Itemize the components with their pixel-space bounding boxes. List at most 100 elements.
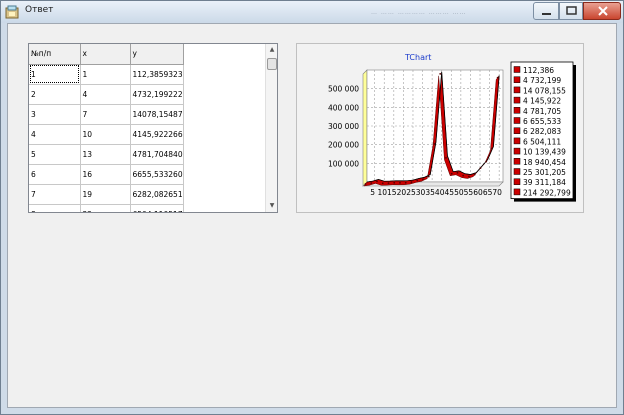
legend-swatch <box>513 66 521 73</box>
table-cell[interactable]: 10 <box>80 124 131 145</box>
scrollbar-thumb[interactable] <box>267 58 277 70</box>
data-point <box>473 173 476 176</box>
tchart-panel: TChart 100 000 200 000 300 000 400 000 500 00… <box>296 43 584 213</box>
table-row[interactable]: 7 19 6282,082651 <box>29 184 184 205</box>
data-point <box>364 183 367 185</box>
table-row[interactable]: 2 4 4732,199222 <box>29 84 184 105</box>
data-point <box>399 181 401 184</box>
data-point <box>439 72 442 75</box>
x-tick-label: 60 <box>473 188 483 197</box>
table-cell[interactable]: 22 <box>80 204 131 212</box>
data-point <box>427 175 430 178</box>
column-header[interactable]: №п/п <box>29 44 81 65</box>
legend-item: 6 655,533 <box>523 117 561 126</box>
data-point <box>491 147 493 150</box>
table-cell[interactable]: 6504,110517 <box>130 204 184 212</box>
data-point <box>456 171 459 174</box>
data-point <box>462 174 465 177</box>
table-cell[interactable]: 5 <box>29 144 81 165</box>
legend-item: 6 282,083 <box>523 127 561 136</box>
legend-swatch <box>513 168 521 175</box>
table-cell[interactable]: 6282,082651 <box>130 184 184 205</box>
table-row[interactable]: 5 13 4781,704840 <box>29 144 184 165</box>
table-cell[interactable]: 4 <box>29 124 81 145</box>
legend-swatch <box>513 127 521 134</box>
x-tick-label: 40 <box>435 188 445 197</box>
table-row[interactable]: 6 16 6655,533260 <box>29 164 184 185</box>
table-cell[interactable]: 13 <box>80 144 131 165</box>
x-tick-label: 65 <box>483 188 493 197</box>
y-tick-label: 400 000 <box>328 103 359 112</box>
legend-item: 39 311,184 <box>523 178 566 187</box>
table-cell[interactable]: 4781,704840 <box>130 144 184 165</box>
data-point <box>433 143 436 145</box>
legend-swatch <box>513 147 521 155</box>
table-cell[interactable]: 1 <box>80 64 131 85</box>
table-cell[interactable]: 6655,533260 <box>130 164 184 185</box>
legend-item: 214 292,799 <box>523 188 571 197</box>
table-row[interactable]: 1 1 112,3859323 <box>29 64 184 85</box>
chart-left-wall <box>362 69 368 187</box>
legend-swatch <box>513 107 521 114</box>
data-point <box>496 76 499 79</box>
window-title: Ответ <box>25 5 54 15</box>
table-cell[interactable]: 7 <box>29 184 81 205</box>
legend-item: 14 078,155 <box>523 86 566 95</box>
legend-swatch <box>513 137 521 145</box>
x-tick-label: 15 <box>387 188 397 197</box>
table-row[interactable]: 3 7 14078,15487 <box>29 104 184 125</box>
data-point <box>404 181 407 184</box>
table-cell[interactable]: 7 <box>80 104 131 125</box>
legend-item: 4 145,922 <box>523 97 561 106</box>
x-tick-label: 45 <box>445 188 455 197</box>
table-row[interactable]: 4 10 4145,922266 <box>29 124 184 145</box>
x-tick-label: 25 <box>406 188 416 197</box>
table-cell[interactable]: 2 <box>29 84 81 105</box>
table-cell[interactable]: 3 <box>29 104 81 125</box>
table-cell[interactable]: 8 <box>29 204 81 212</box>
table-cell[interactable]: 19 <box>80 184 131 205</box>
window-client-area: №п/п x y 1 1 112,3859323 2 4 4732,199222 3 7 14078,… <box>7 23 617 408</box>
table-row[interactable]: 8226504,110517 <box>29 204 184 212</box>
x-tick-label: 30 <box>416 188 426 197</box>
table-cell[interactable]: 6 <box>29 164 81 185</box>
table-cell[interactable]: 1 <box>29 64 81 85</box>
legend-item: 4 781,705 <box>523 107 561 116</box>
grid-vertical-scrollbar[interactable]: ▲ ▼ <box>265 44 277 212</box>
results-grid[interactable]: №п/п x y 1 1 112,3859323 2 4 4732,199222 3 7 14078,… <box>28 43 278 213</box>
data-point <box>393 181 396 184</box>
legend-item: 10 139,439 <box>523 148 566 157</box>
legend-swatch <box>513 158 521 165</box>
data-point <box>370 182 373 185</box>
data-point <box>479 167 482 170</box>
title-bar[interactable]: Ответ … …… ………… ……… …… <box>1 1 623 23</box>
maximize-button[interactable] <box>559 2 583 20</box>
y-tick-label: 200 000 <box>328 141 359 150</box>
legend-swatch <box>513 188 521 196</box>
table-cell[interactable]: 4732,199222 <box>130 84 184 105</box>
minimize-button[interactable] <box>533 2 559 20</box>
legend-item: 25 301,205 <box>523 168 566 177</box>
data-point <box>445 156 447 159</box>
table-cell[interactable]: 14078,15487 <box>130 104 184 125</box>
app-icon <box>5 5 19 19</box>
x-tick-label: 35 <box>425 188 435 197</box>
table-cell[interactable]: 16 <box>80 164 131 185</box>
data-point <box>381 182 384 185</box>
data-point <box>410 181 413 184</box>
legend-item: 112,386 <box>523 66 554 75</box>
legend-swatch <box>513 178 521 185</box>
column-header[interactable]: y <box>130 44 184 65</box>
scroll-up-icon[interactable]: ▲ <box>266 44 277 56</box>
x-tick-label: 55 <box>464 188 474 197</box>
x-tick-label: 50 <box>454 188 464 197</box>
table-cell[interactable]: 4 <box>80 84 131 105</box>
table-cell[interactable]: 4145,922266 <box>130 124 184 145</box>
close-button[interactable] <box>583 2 621 20</box>
table-cell[interactable]: 112,3859323 <box>130 64 184 85</box>
column-header[interactable]: x <box>80 44 131 65</box>
data-point <box>387 182 390 185</box>
data-point <box>468 175 470 178</box>
data-point <box>416 179 419 182</box>
scroll-down-icon[interactable]: ▼ <box>266 200 277 212</box>
